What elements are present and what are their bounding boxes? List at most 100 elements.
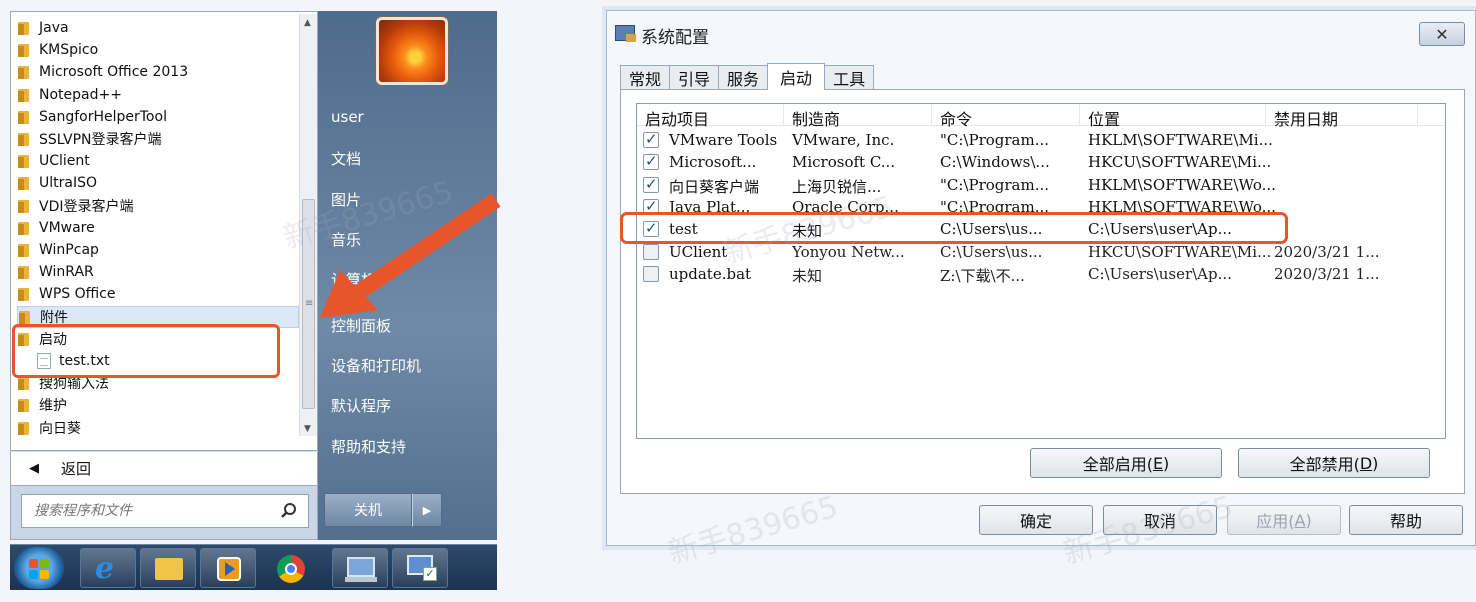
close-button[interactable]: ✕: [1419, 22, 1465, 46]
startup-items-list: 启动项目 制造商 命令 位置 禁用日期 VMware Tools VMware, …: [636, 103, 1446, 439]
tab-boot[interactable]: 引导: [669, 65, 720, 89]
program-folder-item[interactable]: SangforHelperTool: [17, 106, 299, 128]
startup-row[interactable]: VMware Tools VMware, Inc. "C:\Program... HK…: [637, 129, 1445, 151]
program-folder-item[interactable]: VMware: [17, 217, 299, 239]
scroll-down-arrow-icon[interactable]: ▼: [304, 424, 311, 434]
back-arrow-icon: ◀: [29, 461, 39, 476]
column-header-date-disabled[interactable]: 禁用日期: [1274, 106, 1338, 130]
apply-button[interactable]: 应用(A): [1227, 505, 1341, 535]
startup-folder-highlight: [12, 324, 280, 378]
taskbar: e ✓: [10, 544, 497, 590]
windows-start-orb-icon[interactable]: [14, 547, 64, 589]
column-header-manufacturer[interactable]: 制造商: [792, 106, 840, 130]
tab-services[interactable]: 服务: [718, 65, 769, 89]
startup-item-checkbox[interactable]: [643, 130, 659, 148]
system-config-icon: [615, 25, 636, 42]
cell-command: "C:\Program...: [940, 131, 1050, 149]
back-button[interactable]: ◀ 返回: [10, 451, 318, 485]
program-folder-item[interactable]: WPS Office: [17, 283, 299, 305]
cell-location: HKLM\SOFTWARE\Wo...: [1088, 175, 1276, 194]
tab-general[interactable]: 常规: [620, 65, 671, 89]
tab-startup[interactable]: 启动: [767, 63, 826, 90]
startup-item-checkbox[interactable]: [643, 265, 659, 282]
help-button[interactable]: 帮助: [1349, 505, 1463, 535]
all-programs-list: Java KMSpico Microsoft Office 2013 Notepad+…: [10, 11, 318, 451]
program-label: Notepad++: [39, 86, 122, 103]
back-label: 返回: [61, 460, 92, 478]
shutdown-button[interactable]: 关机: [324, 493, 412, 527]
search-input[interactable]: [34, 503, 274, 519]
folder-icon: [17, 265, 31, 280]
cell-command: "C:\Program...: [940, 175, 1050, 194]
folder-icon: [17, 199, 31, 213]
cell-command: C:\Windows\...: [940, 153, 1050, 172]
startup-item-checkbox[interactable]: [643, 243, 659, 260]
program-folder-item[interactable]: 维护: [17, 394, 299, 416]
folder-icon: [17, 43, 31, 58]
folder-icon: [17, 88, 31, 102]
program-folder-item[interactable]: Microsoft Office 2013: [17, 61, 299, 83]
program-folder-item[interactable]: UClient: [17, 150, 299, 172]
program-label: UltraISO: [39, 175, 97, 192]
program-folder-item[interactable]: SSLVPN登录客户端: [17, 128, 299, 150]
right-item-devices-printers[interactable]: 设备和打印机: [331, 355, 421, 376]
program-label: 维护: [39, 398, 67, 415]
disable-all-button[interactable]: 全部禁用(D): [1238, 448, 1430, 478]
folder-icon: [17, 221, 31, 235]
folder-icon: [17, 132, 31, 146]
scroll-up-arrow-icon[interactable]: ▲: [304, 18, 311, 28]
column-header-location[interactable]: 位置: [1088, 106, 1120, 130]
program-folder-item[interactable]: VDI登录客户端: [17, 195, 299, 217]
right-item-default-programs[interactable]: 默认程序: [331, 395, 391, 416]
search-box[interactable]: [21, 494, 309, 528]
folder-icon: [17, 243, 31, 257]
cell-item: UClient: [669, 242, 728, 261]
startup-item-checkbox[interactable]: [643, 175, 659, 193]
list-header: 启动项目 制造商 命令 位置 禁用日期: [637, 104, 1445, 129]
startup-row[interactable]: Microsoft... Microsoft C... C:\Windows\...…: [637, 151, 1445, 173]
cell-location: HKCU\SOFTWARE\Mi...: [1088, 242, 1272, 261]
program-folder-item[interactable]: WinRAR: [17, 261, 299, 283]
dialog-title: 系统配置: [641, 28, 709, 48]
program-folder-item[interactable]: 向日葵: [17, 417, 299, 439]
program-folder-item[interactable]: Notepad++: [17, 84, 299, 106]
network-computer-icon[interactable]: [332, 548, 388, 588]
cell-maker: VMware, Inc.: [792, 131, 895, 149]
user-avatar[interactable]: [376, 17, 448, 85]
program-folder-item[interactable]: KMSpico: [17, 39, 299, 61]
internet-explorer-icon[interactable]: e: [80, 548, 136, 588]
program-label: VDI登录客户端: [39, 198, 134, 215]
startup-row[interactable]: update.bat 未知 Z:\下载\不... C:\Users\user\Ap..…: [637, 263, 1445, 285]
shutdown-options-arrow-icon[interactable]: ▶: [412, 493, 442, 527]
system-config-icon[interactable]: ✓: [392, 548, 448, 588]
startup-row[interactable]: 向日葵客户端上海贝锐信..."C:\Program...HKLM\SOFTWAR…: [637, 174, 1445, 196]
program-folder-item[interactable]: Java: [17, 17, 299, 39]
startup-item-checkbox[interactable]: [643, 152, 659, 171]
right-item-help-support[interactable]: 帮助和支持: [331, 436, 406, 457]
folder-icon: [17, 376, 31, 391]
folder-icon: [17, 287, 31, 302]
program-label: 向日葵: [39, 420, 81, 437]
cell-maker: 未知: [792, 266, 823, 285]
program-label: WPS Office: [39, 286, 116, 303]
program-label: VMware: [39, 219, 95, 236]
title-bar[interactable]: 系统配置 ✕: [607, 11, 1475, 55]
program-label: Java: [39, 20, 69, 36]
chrome-icon[interactable]: [262, 548, 318, 588]
column-header-command[interactable]: 命令: [940, 106, 972, 130]
program-folder-item[interactable]: WinPcap: [17, 239, 299, 261]
file-explorer-icon[interactable]: [140, 548, 196, 588]
search-icon[interactable]: [280, 502, 298, 520]
folder-icon: [17, 154, 31, 169]
cell-item: VMware Tools: [669, 131, 778, 149]
media-player-icon[interactable]: [200, 548, 256, 588]
right-item-user[interactable]: user: [331, 108, 364, 126]
program-folder-item[interactable]: UltraISO: [17, 172, 299, 194]
right-item-documents[interactable]: 文档: [331, 148, 361, 169]
folder-icon: [17, 65, 31, 80]
tab-tools[interactable]: 工具: [824, 65, 875, 89]
column-header-startup-item[interactable]: 启动项目: [645, 106, 709, 130]
cell-item: Microsoft...: [669, 153, 757, 172]
cell-command: C:\Users\us...: [940, 242, 1043, 261]
enable-all-button[interactable]: 全部启用(E): [1030, 448, 1222, 478]
